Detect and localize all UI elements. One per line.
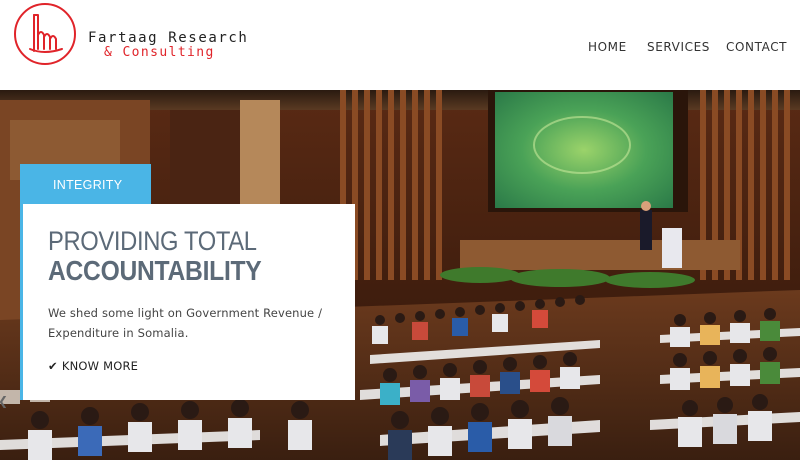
nav-home[interactable]: HOME xyxy=(588,40,627,56)
slide-tag: INTEGRITY xyxy=(20,164,151,204)
slide-description: We shed some light on Government Revenue… xyxy=(48,306,323,340)
slide-title-line2: ACCOUNTABILITY xyxy=(48,255,262,286)
brand-name: Fartaag Research xyxy=(88,30,249,46)
site-header: Fartaag Research & Consulting HOME SERVI… xyxy=(0,0,800,90)
hand-logo-icon xyxy=(29,14,63,53)
slide-card: PROVIDING TOTAL ACCOUNTABILITY We shed s… xyxy=(20,204,355,400)
know-more-button[interactable]: ✔ KNOW MORE xyxy=(48,359,138,377)
slide-title-line1: PROVIDING TOTAL xyxy=(48,226,257,256)
know-more-label: KNOW MORE xyxy=(61,359,139,373)
check-icon: ✔ xyxy=(48,359,58,373)
brand-logo[interactable] xyxy=(14,3,76,65)
nav-contact[interactable]: CONTACT xyxy=(726,40,787,56)
nav-services[interactable]: SERVICES xyxy=(647,40,710,56)
brand-subname: & Consulting xyxy=(104,45,215,60)
prev-slide-arrow[interactable]: ❮ xyxy=(0,393,8,409)
